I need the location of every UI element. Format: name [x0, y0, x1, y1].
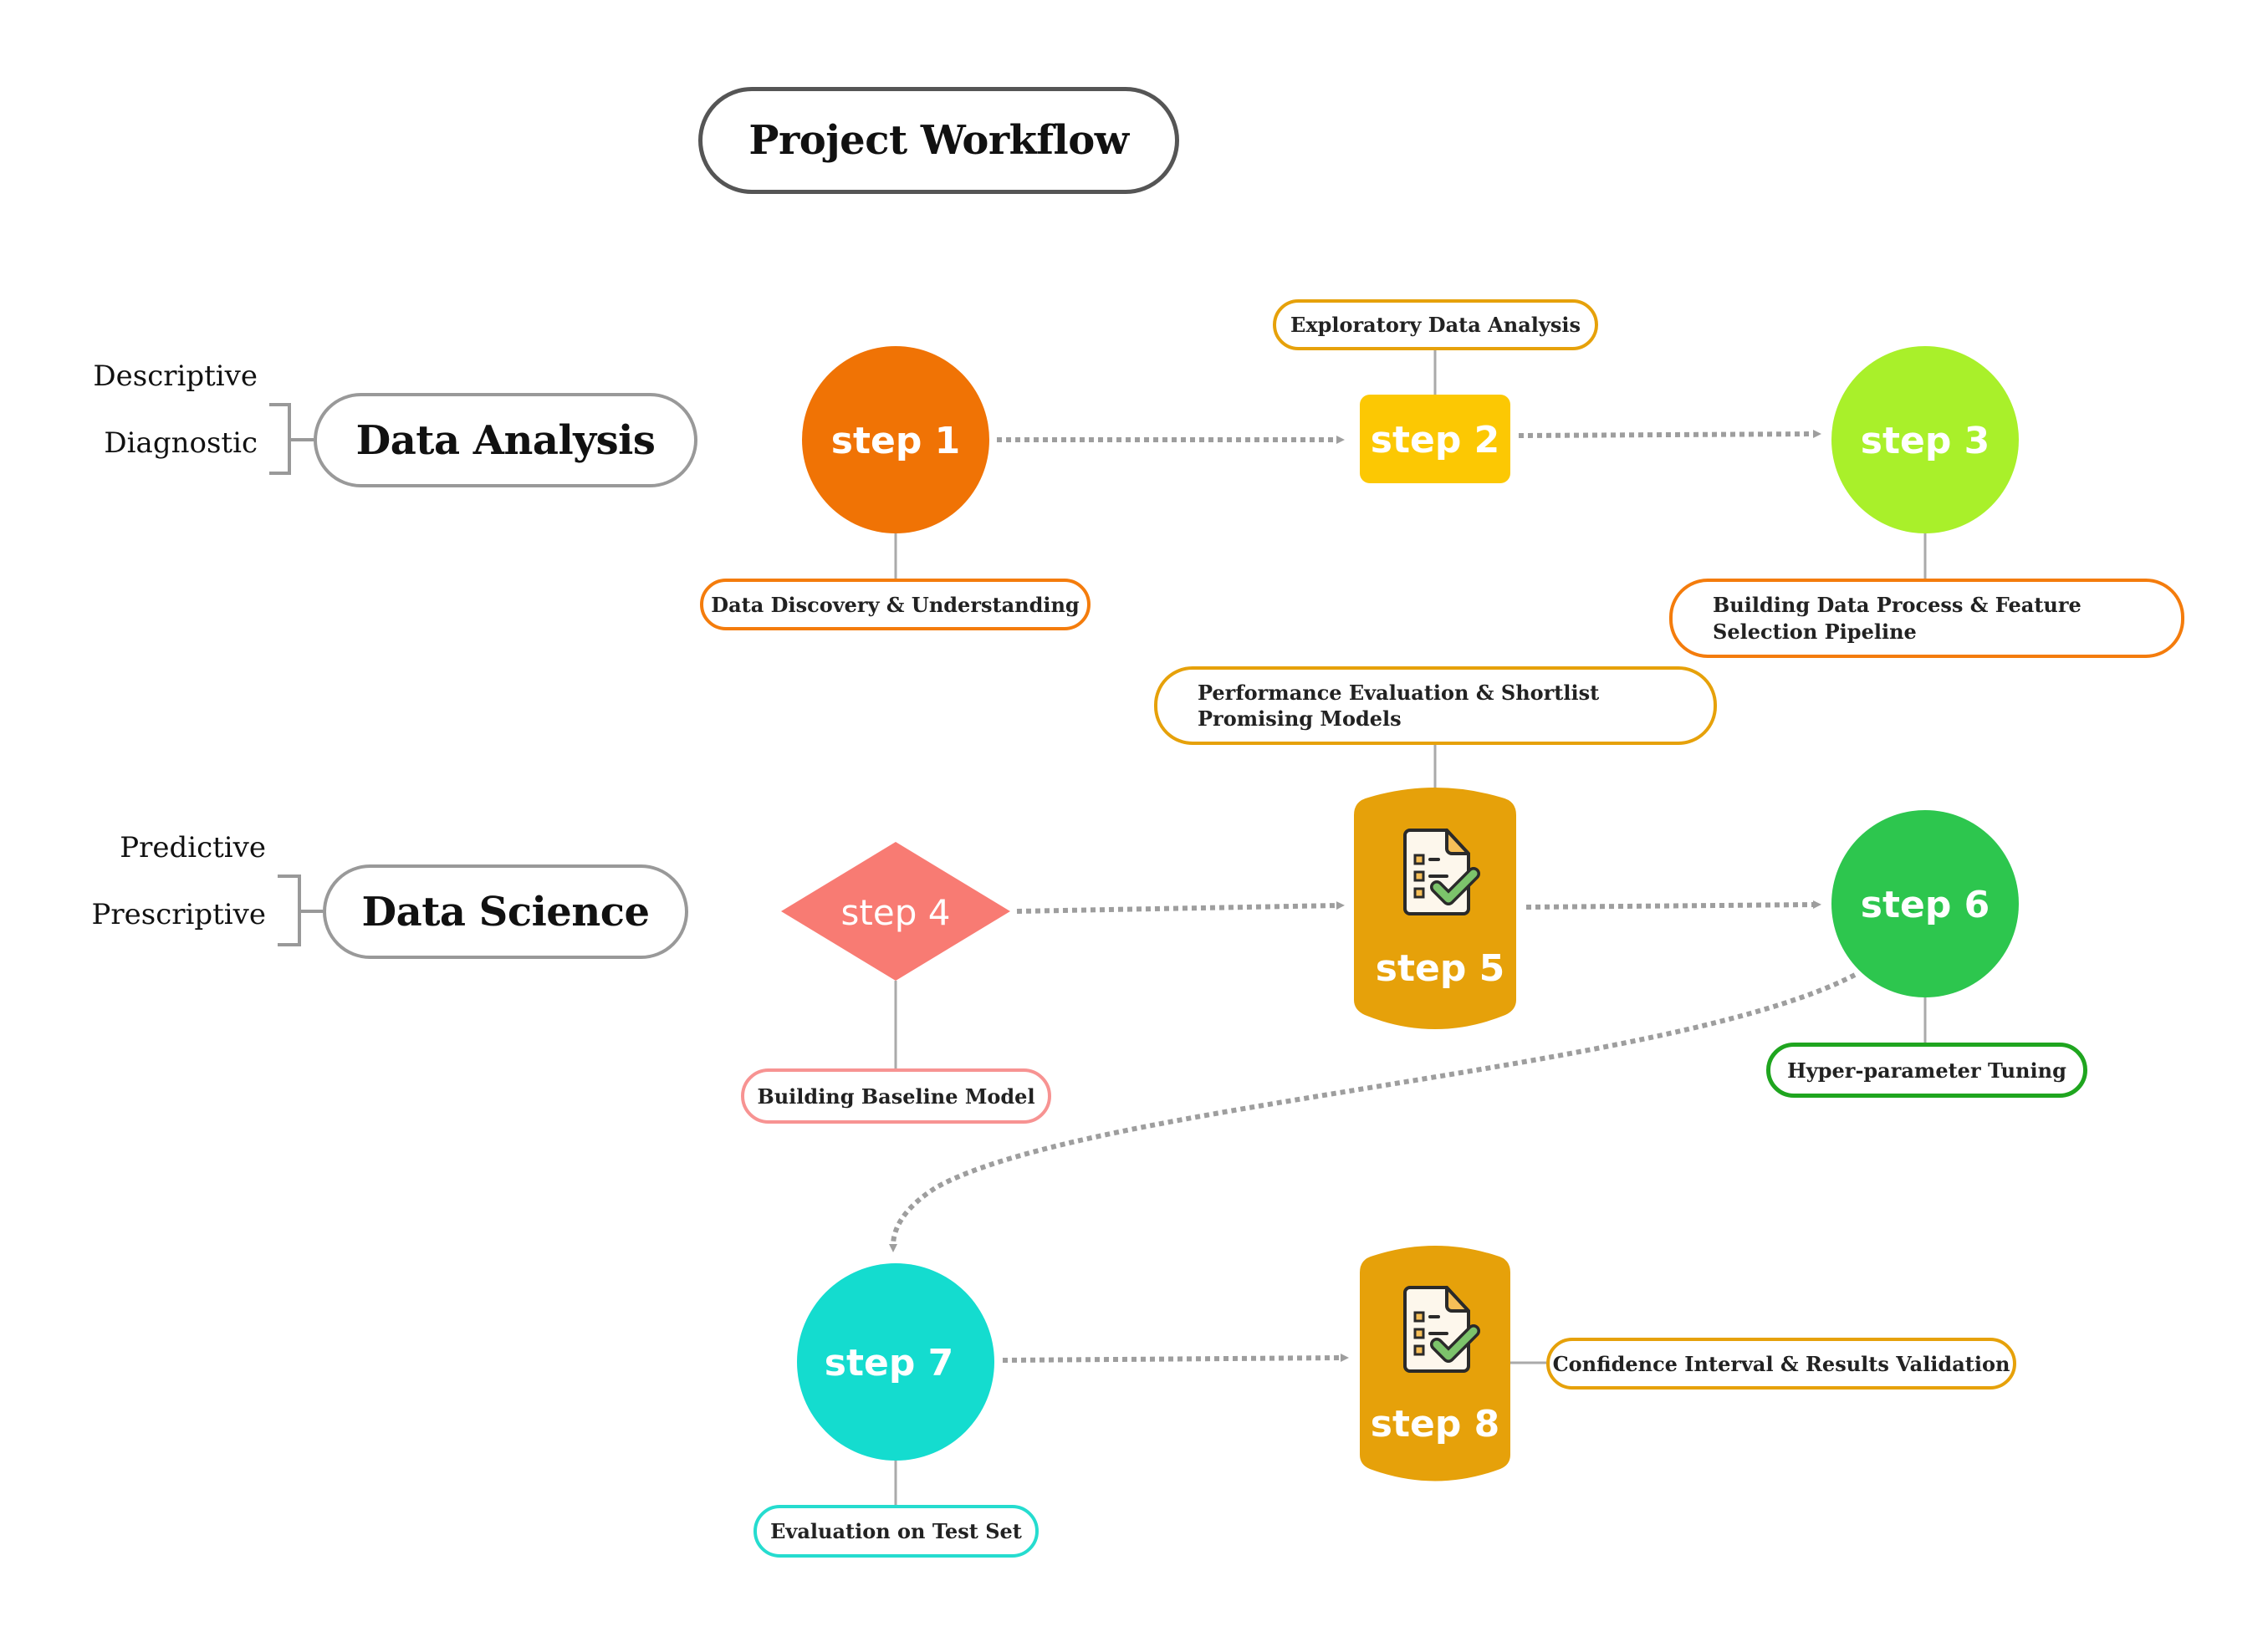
- step-4-node[interactable]: step 4: [781, 842, 1010, 981]
- bracket-data-analysis: [269, 403, 314, 475]
- step-3-note: Building Data Process & Feature Selectio…: [1669, 579, 2184, 658]
- step-3-node[interactable]: step 3: [1831, 346, 2019, 533]
- step-1-label: step 1: [831, 420, 961, 462]
- step-5-note-text: Performance Evaluation & Shortlist Promi…: [1198, 680, 1600, 731]
- step-5-node[interactable]: step 5: [1354, 788, 1516, 1029]
- step-2-node[interactable]: step 2: [1360, 395, 1510, 483]
- step-2-label: step 2: [1371, 419, 1500, 461]
- flow-arrow-5-6: [1525, 900, 1821, 910]
- diagram-canvas: step 1 step 2 step 3 step 4 step 5 step …: [269, 346, 2019, 1505]
- step-8-label: step 8: [1371, 1403, 1500, 1446]
- step-7-node[interactable]: step 7: [797, 1263, 994, 1461]
- step-8-note: Confidence Interval & Results Validation: [1546, 1338, 2016, 1390]
- step-1-note: Data Discovery & Understanding: [700, 579, 1091, 630]
- flow-arrow-4-5: [1016, 901, 1345, 914]
- step-3-label: step 3: [1861, 420, 1990, 462]
- step-2-note: Exploratory Data Analysis: [1273, 299, 1598, 350]
- step-6-label: step 6: [1861, 884, 1990, 926]
- step-2-note-text: Exploratory Data Analysis: [1290, 313, 1581, 337]
- flow-arrow-2-3: [1518, 430, 1821, 439]
- step-1-note-text: Data Discovery & Understanding: [711, 592, 1080, 617]
- step-4-note-text: Building Baseline Model: [757, 1084, 1035, 1109]
- step-6-node[interactable]: step 6: [1831, 810, 2019, 997]
- step-8-note-text: Confidence Interval & Results Validation: [1552, 1351, 2010, 1376]
- step-3-note-text: Building Data Process & Feature Selectio…: [1713, 593, 2082, 644]
- step-5-note: Performance Evaluation & Shortlist Promi…: [1154, 666, 1717, 745]
- bracket-data-science: [278, 875, 323, 946]
- step-6-note: Hyper-parameter Tuning: [1766, 1043, 2087, 1098]
- step-4-label: step 4: [841, 892, 951, 933]
- step-6-note-text: Hyper-parameter Tuning: [1787, 1058, 2066, 1083]
- step-7-label: step 7: [825, 1342, 954, 1384]
- step-1-node[interactable]: step 1: [802, 346, 989, 533]
- step-7-note-text: Evaluation on Test Set: [770, 1519, 1022, 1543]
- step-5-label: step 5: [1376, 947, 1505, 990]
- flow-arrow-7-8: [1002, 1354, 1349, 1363]
- step-4-note: Building Baseline Model: [741, 1068, 1051, 1124]
- step-8-node[interactable]: step 8: [1360, 1246, 1510, 1481]
- step-7-note: Evaluation on Test Set: [753, 1505, 1039, 1558]
